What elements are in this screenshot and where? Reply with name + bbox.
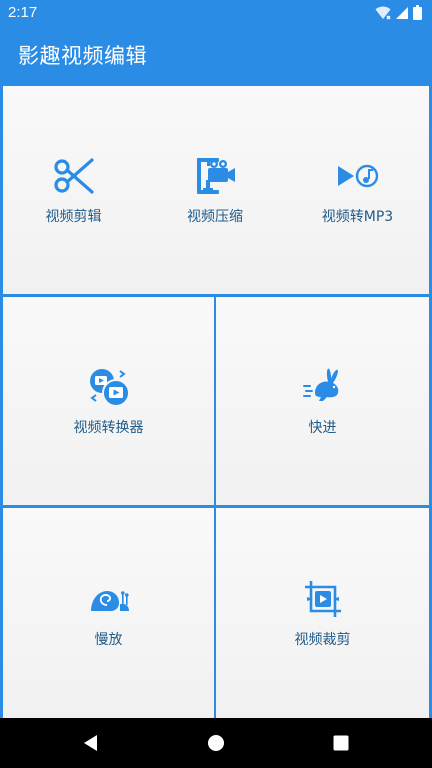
tile-video-converter[interactable]: 视频转换器 [3, 297, 214, 505]
back-icon[interactable] [82, 734, 100, 752]
feature-grid: 视频剪辑 视频压缩 视频转MP3 视频转换器 快进 慢放 视频裁剪 [0, 83, 432, 718]
rabbit-icon [302, 368, 338, 401]
tile-label: 视频裁剪 [294, 632, 351, 648]
tile-video-to-mp3[interactable]: 视频转MP3 [286, 86, 429, 294]
video-converter-icon [89, 369, 130, 407]
tile-video-cut[interactable]: 视频剪辑 [3, 86, 144, 294]
compress-clamp-icon [197, 158, 235, 194]
tile-label: 视频剪辑 [45, 209, 102, 225]
snail-icon [90, 591, 129, 611]
scissors-icon [53, 158, 94, 194]
battery-icon [413, 5, 422, 20]
tile-video-crop[interactable]: 视频裁剪 [216, 508, 429, 718]
tile-label: 视频压缩 [187, 209, 243, 225]
tile-video-compress[interactable]: 视频压缩 [144, 86, 286, 294]
tile-label: 视频转MP3 [321, 209, 394, 225]
tile-slow-motion[interactable]: 慢放 [3, 508, 214, 718]
video-to-mp3-icon [337, 164, 378, 188]
signal-icon [396, 6, 408, 19]
wifi-icon [375, 6, 391, 19]
recents-icon[interactable] [332, 734, 350, 752]
tile-fast-forward[interactable]: 快进 [216, 297, 429, 505]
status-icons [375, 5, 422, 20]
tile-label: 视频转换器 [73, 420, 144, 436]
crop-video-icon [304, 581, 341, 617]
home-icon[interactable] [207, 734, 225, 752]
navigation-bar [0, 718, 432, 768]
status-time: 2:17 [8, 4, 38, 21]
app-title: 影趣视频编辑 [18, 44, 147, 68]
app-bar: 影趣视频编辑 [0, 26, 432, 83]
status-bar: 2:17 [0, 0, 432, 26]
tile-label: 慢放 [94, 632, 123, 648]
tile-label: 快进 [308, 420, 337, 436]
